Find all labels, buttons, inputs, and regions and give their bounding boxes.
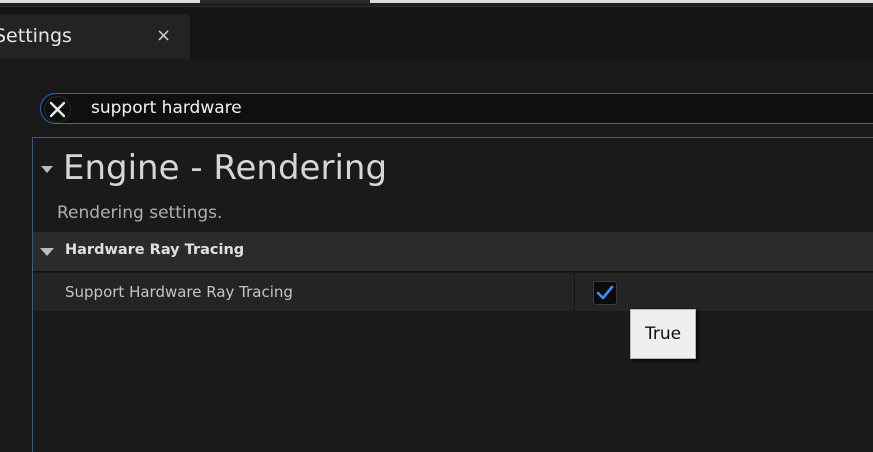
tab-settings[interactable]: Settings × bbox=[0, 14, 190, 59]
category-label: Hardware Ray Tracing bbox=[65, 242, 245, 258]
property-row-support-hardware-ray-tracing: Support Hardware Ray Tracing bbox=[33, 273, 873, 311]
settings-window: Settings × Engine - Rendering Rendering … bbox=[0, 0, 873, 452]
property-name-cell: Support Hardware Ray Tracing bbox=[33, 273, 575, 311]
checkmark-icon bbox=[596, 285, 614, 300]
section-title: Engine - Rendering bbox=[63, 148, 388, 188]
section-description: Rendering settings. bbox=[57, 203, 223, 223]
tab-settings-label: Settings bbox=[0, 25, 72, 47]
top-strip-seg-right bbox=[370, 0, 873, 3]
support-hardware-ray-tracing-checkbox[interactable] bbox=[593, 281, 617, 305]
section-collapse-arrow-icon[interactable] bbox=[41, 166, 53, 173]
top-strip-seg-mid bbox=[200, 0, 370, 3]
top-strip-seg-left bbox=[0, 0, 200, 3]
search-input[interactable] bbox=[91, 98, 791, 118]
category-collapse-arrow-icon[interactable] bbox=[40, 248, 54, 256]
property-name: Support Hardware Ray Tracing bbox=[65, 283, 293, 301]
details-panel: Engine - Rendering Rendering settings. H… bbox=[32, 137, 873, 452]
category-header-hardware-ray-tracing[interactable]: Hardware Ray Tracing bbox=[33, 232, 873, 272]
clear-search-icon bbox=[49, 101, 66, 118]
top-strip bbox=[0, 0, 873, 7]
close-x-icon[interactable] bbox=[44, 96, 71, 123]
search-box[interactable] bbox=[40, 93, 873, 124]
tab-close-icon[interactable]: × bbox=[156, 25, 171, 46]
tooltip: True bbox=[630, 309, 696, 359]
